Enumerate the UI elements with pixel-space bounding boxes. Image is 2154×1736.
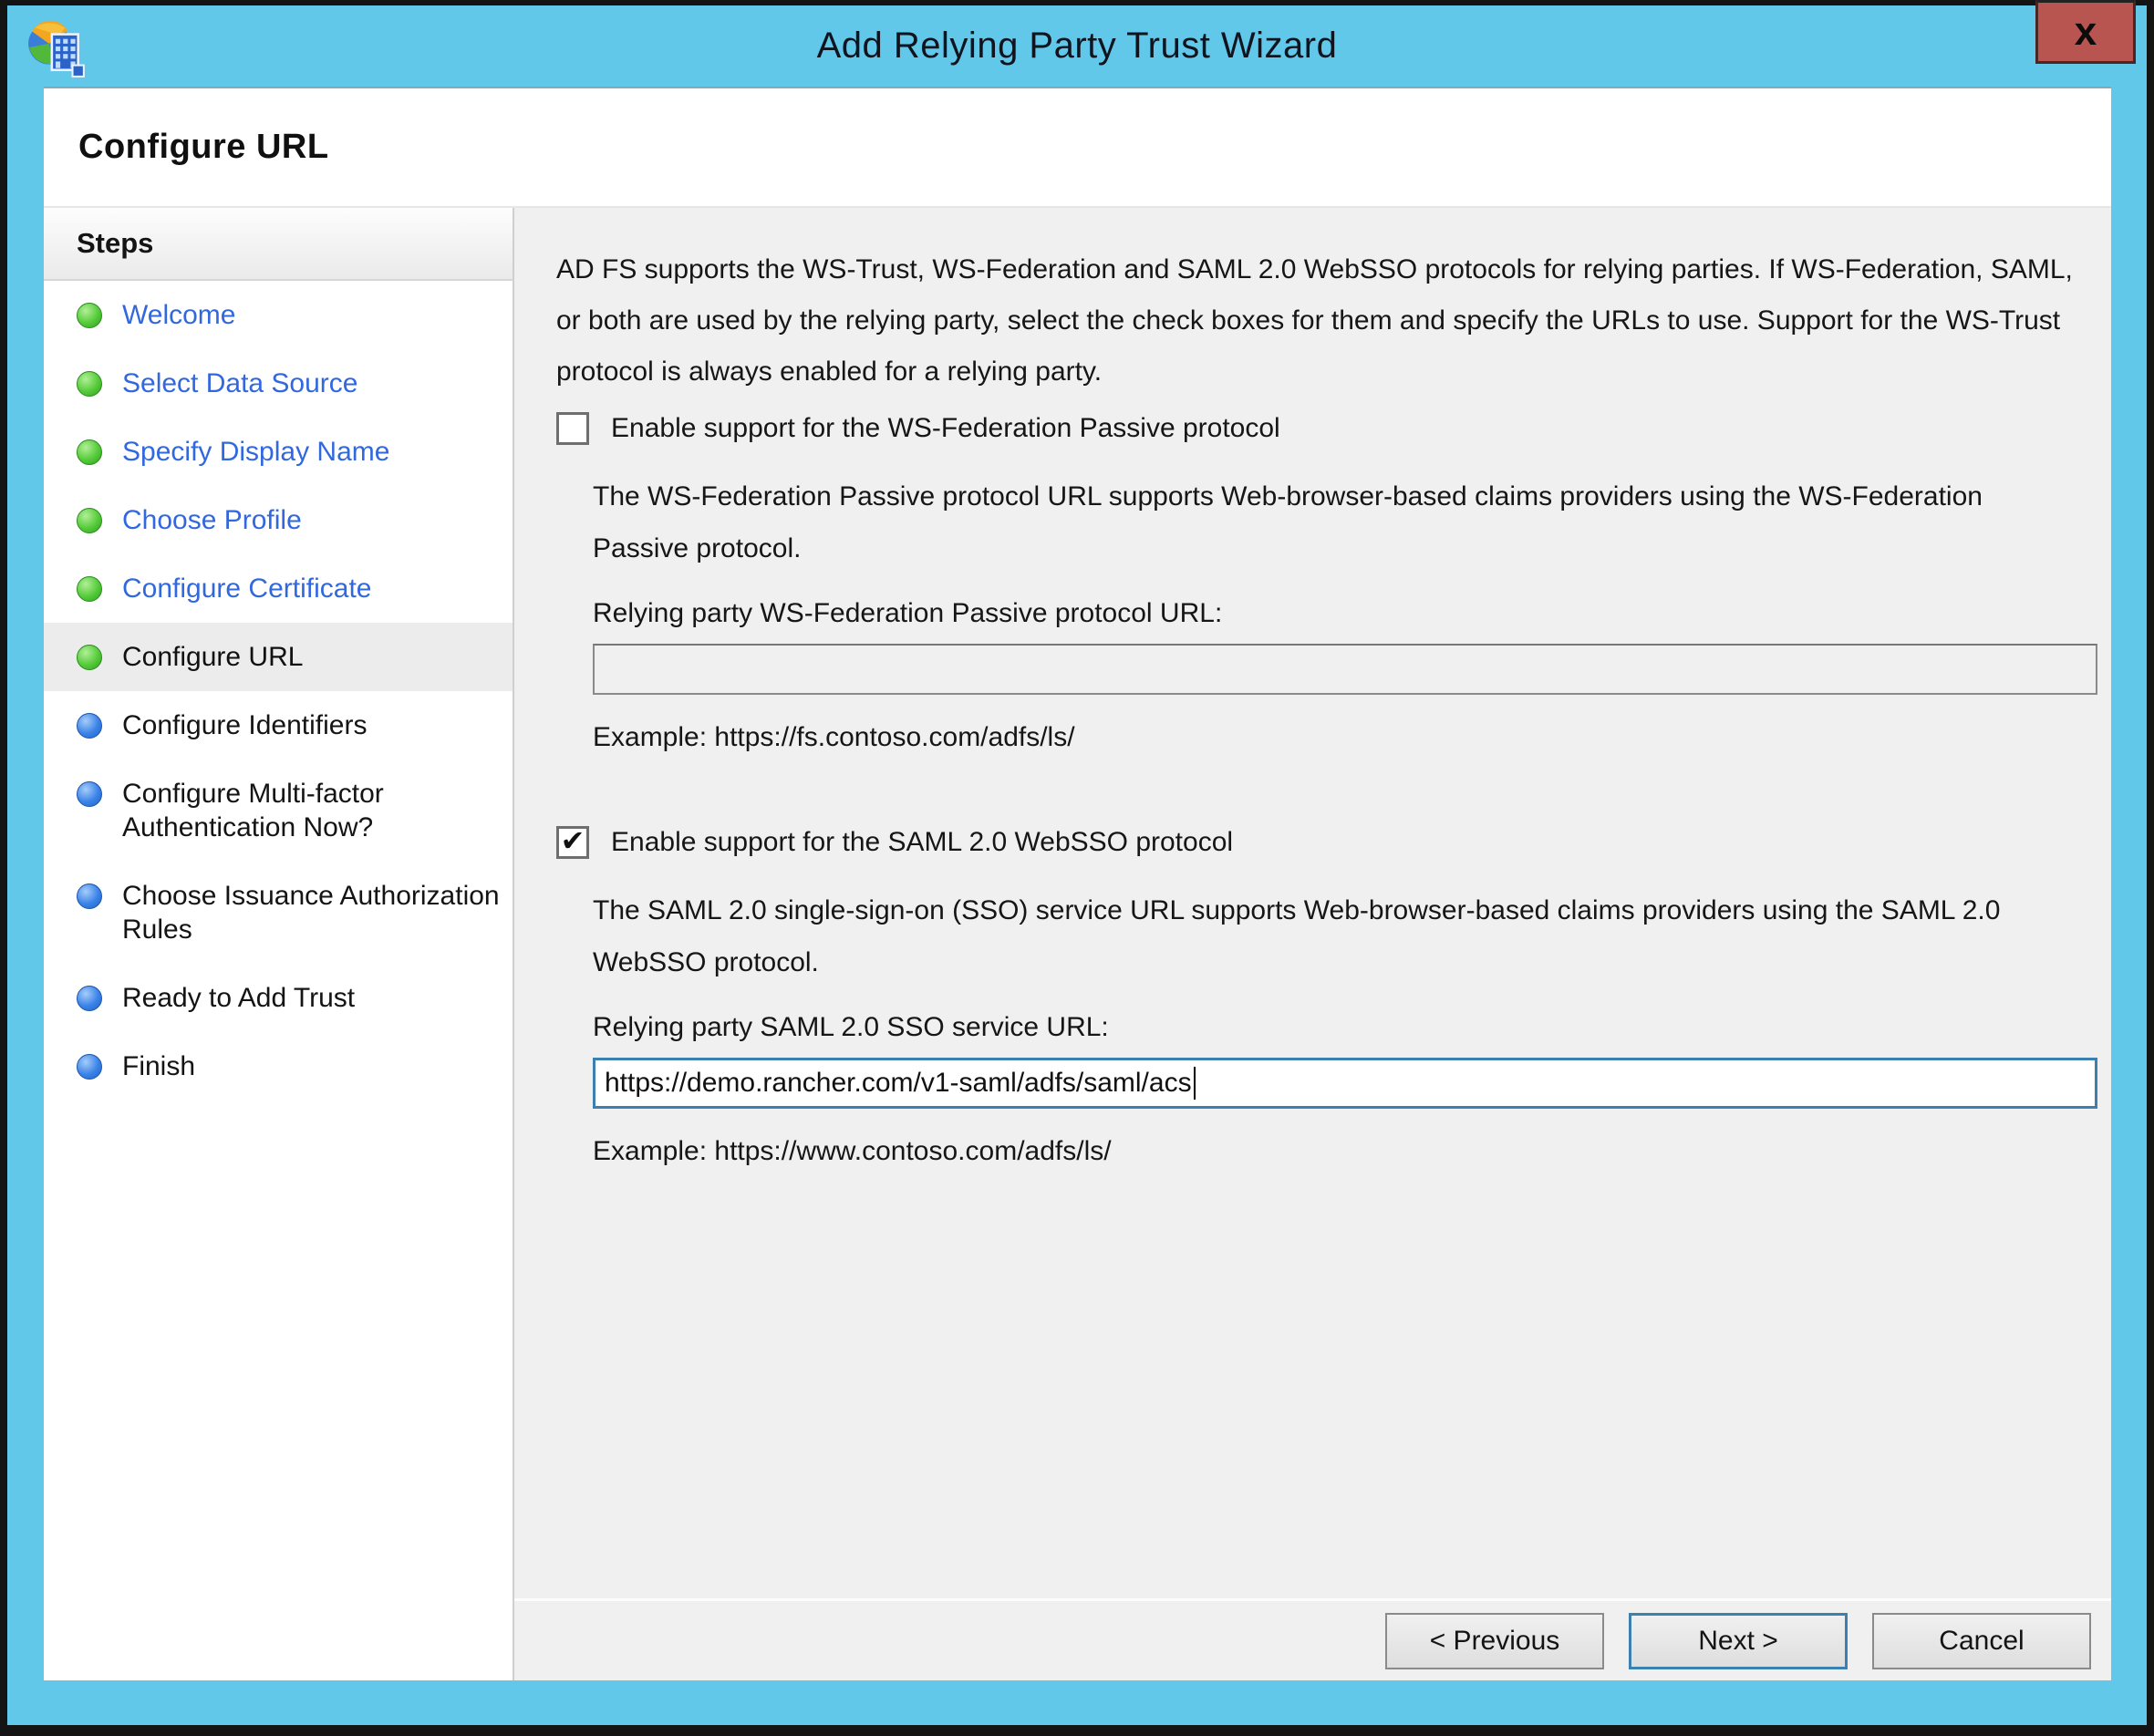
screen: Add Relying Party Trust Wizard x Configu…	[0, 0, 2154, 1736]
step-welcome[interactable]: Welcome	[44, 281, 513, 349]
step-configure-identifiers: Configure Identifiers	[44, 691, 513, 760]
saml-url-value: https://demo.rancher.com/v1-saml/adfs/sa…	[605, 1068, 1192, 1098]
steps-sidebar: Steps Welcome Select Data Source Specify…	[44, 208, 514, 1680]
adfs-app-icon	[28, 20, 85, 78]
wizard-content-panel: Configure URL Steps Welcome Select Data …	[44, 87, 2111, 1680]
saml-checkbox-row: ✔ Enable support for the SAML 2.0 WebSSO…	[556, 826, 2093, 859]
step-specify-display-name[interactable]: Specify Display Name	[44, 418, 513, 486]
wsfed-url-input	[593, 644, 2097, 695]
wsfed-checkbox[interactable]	[556, 412, 589, 445]
close-button[interactable]: x	[2035, 0, 2136, 64]
step-pending-bullet-icon	[77, 1054, 102, 1080]
saml-checkbox[interactable]: ✔	[556, 826, 589, 859]
step-done-bullet-icon	[77, 576, 102, 602]
previous-button[interactable]: < Previous	[1385, 1612, 1604, 1669]
wsfed-checkbox-label: Enable support for the WS-Federation Pas…	[611, 413, 1280, 443]
saml-url-input[interactable]: https://demo.rancher.com/v1-saml/adfs/sa…	[593, 1058, 2097, 1109]
steps-list: Welcome Select Data Source Specify Displ…	[44, 281, 513, 1100]
wizard-button-bar: < Previous Next > Cancel	[514, 1598, 2111, 1680]
step-pending-bullet-icon	[77, 986, 102, 1011]
text-cursor	[1193, 1067, 1196, 1100]
wizard-window: Add Relying Party Trust Wizard x Configu…	[7, 0, 2147, 1725]
saml-checkbox-label: Enable support for the SAML 2.0 WebSSO p…	[611, 827, 1234, 857]
saml-example-text: Example: https://www.contoso.com/adfs/ls…	[593, 1136, 1112, 1166]
wsfed-checkbox-row: Enable support for the WS-Federation Pas…	[556, 412, 2093, 445]
step-configure-mfa: Configure Multi-factor Authentication No…	[44, 760, 513, 862]
wsfed-example-text: Example: https://fs.contoso.com/adfs/ls/	[593, 722, 1075, 752]
page-header: Configure URL	[44, 88, 2111, 208]
step-choose-profile[interactable]: Choose Profile	[44, 486, 513, 554]
wsfed-url-label: Relying party WS-Federation Passive prot…	[593, 598, 1223, 628]
next-button[interactable]: Next >	[1629, 1612, 1848, 1669]
step-select-data-source[interactable]: Select Data Source	[44, 349, 513, 418]
cancel-button[interactable]: Cancel	[1872, 1612, 2091, 1669]
step-done-bullet-icon	[77, 508, 102, 533]
step-done-bullet-icon	[77, 371, 102, 397]
step-ready-to-add-trust: Ready to Add Trust	[44, 964, 513, 1032]
step-pending-bullet-icon	[77, 713, 102, 739]
step-done-bullet-icon	[77, 645, 102, 670]
step-pending-bullet-icon	[77, 781, 102, 807]
title-bar: Add Relying Party Trust Wizard x	[7, 0, 2147, 87]
step-done-bullet-icon	[77, 303, 102, 328]
step-configure-certificate[interactable]: Configure Certificate	[44, 554, 513, 623]
steps-header: Steps	[44, 208, 513, 281]
step-choose-issuance-rules: Choose Issuance Authorization Rules	[44, 862, 513, 964]
step-configure-url-current[interactable]: Configure URL	[44, 623, 513, 691]
step-finish: Finish	[44, 1032, 513, 1100]
window-title: Add Relying Party Trust Wizard	[816, 26, 1338, 66]
intro-text: AD FS supports the WS-Trust, WS-Federati…	[556, 254, 2073, 387]
wsfed-description: The WS-Federation Passive protocol URL s…	[593, 481, 1983, 563]
configure-url-pane: AD FS supports the WS-Trust, WS-Federati…	[514, 208, 2111, 1680]
step-done-bullet-icon	[77, 439, 102, 465]
saml-url-label: Relying party SAML 2.0 SSO service URL:	[593, 1012, 1109, 1042]
checkmark-icon: ✔	[560, 824, 585, 857]
step-pending-bullet-icon	[77, 884, 102, 909]
page-title: Configure URL	[78, 128, 329, 166]
saml-description: The SAML 2.0 single-sign-on (SSO) servic…	[593, 895, 2001, 977]
